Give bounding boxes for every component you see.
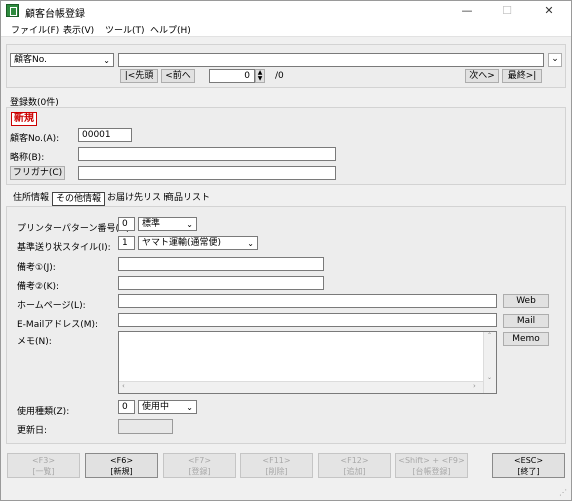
furigana-input[interactable]: [78, 166, 336, 180]
f3-list-button[interactable]: <F3> [一覧]: [7, 453, 80, 478]
esc-exit-button[interactable]: <ESC> [終了]: [492, 453, 565, 478]
updated-date-label: 更新日:: [17, 426, 48, 436]
app-window: 顧客台帳登録 — ☐ ✕ ファイル(F) 表示(V) ツール(T) ヘルプ(H)…: [0, 0, 572, 501]
memo-scrollbar[interactable]: ⌃ ⌄: [483, 332, 496, 393]
fkey-key: <F6>: [109, 456, 134, 465]
fkey-key: <Shift> + <F9>: [398, 456, 465, 465]
short-name-label: 略称(B):: [10, 153, 45, 163]
scroll-down-icon[interactable]: ⌄: [487, 374, 492, 381]
minimize-button[interactable]: —: [447, 1, 487, 21]
chevron-down-icon: ⌄: [551, 54, 559, 64]
furigana-button[interactable]: フリガナ(C): [10, 166, 65, 180]
shipping-style-value: ヤマト運輸(通常便): [142, 238, 222, 248]
usage-type-select[interactable]: 使用中 ⌄: [138, 400, 197, 414]
chevron-down-icon: ⌄: [186, 220, 193, 229]
chevron-down-icon: ⌄: [186, 403, 193, 412]
scroll-right-icon[interactable]: ›: [473, 382, 476, 390]
note1-label: 備考①(J):: [17, 263, 56, 273]
customer-no-label: 顧客No.(A):: [10, 134, 60, 144]
memo-hscrollbar[interactable]: ‹ ›: [119, 381, 483, 393]
record-index-input[interactable]: 0: [209, 69, 255, 83]
fkey-label: [終了]: [517, 467, 540, 476]
tab-other[interactable]: その他情報: [52, 192, 106, 206]
search-field-select[interactable]: 顧客No. ⌄: [10, 53, 114, 67]
printer-pattern-value: 標準: [142, 219, 161, 229]
f11-delete-button[interactable]: <F11> [削除]: [240, 453, 313, 478]
scroll-up-icon[interactable]: ⌃: [487, 332, 492, 339]
short-name-input[interactable]: [78, 147, 336, 161]
nav-next-button[interactable]: 次へ>: [465, 69, 499, 83]
menu-view[interactable]: 表示(V): [63, 23, 94, 36]
menu-file[interactable]: ファイル(F): [11, 23, 59, 36]
maximize-button[interactable]: ☐: [487, 1, 527, 21]
search-input[interactable]: [118, 53, 544, 67]
printer-pattern-select[interactable]: 標準 ⌄: [138, 217, 197, 231]
fkey-label: [台帳登録]: [412, 467, 451, 476]
window-title: 顧客台帳登録: [25, 9, 85, 20]
chevron-down-icon: ⌄: [103, 56, 110, 65]
shipping-style-no[interactable]: 1: [118, 236, 135, 250]
chevron-down-icon: ⌄: [247, 239, 254, 248]
nav-first-button[interactable]: |<先頭: [120, 69, 158, 83]
usage-type-label: 使用種類(Z):: [17, 407, 70, 417]
fkey-label: [追加]: [343, 467, 366, 476]
memo-button[interactable]: Memo: [503, 332, 549, 346]
search-field-value: 顧客No.: [14, 55, 47, 65]
printer-pattern-no[interactable]: 0: [118, 217, 135, 231]
record-spinner[interactable]: ▲ ▼: [255, 69, 265, 83]
homepage-input[interactable]: [118, 294, 497, 308]
customer-no-input[interactable]: 00001: [78, 128, 132, 142]
note1-input[interactable]: [118, 257, 324, 271]
close-button[interactable]: ✕: [529, 1, 569, 21]
usage-type-value: 使用中: [142, 402, 170, 412]
printer-pattern-label: プリンターパターン番号(G):: [17, 224, 133, 234]
f7-register-button[interactable]: <F7> [登録]: [163, 453, 236, 478]
title-bar: 顧客台帳登録 — ☐ ✕: [1, 1, 571, 21]
fkey-key: <F12>: [340, 456, 369, 465]
app-icon: [6, 4, 19, 17]
tab-product-list[interactable]: 商品リスト: [162, 192, 213, 206]
shipping-style-select[interactable]: ヤマト運輸(通常便) ⌄: [138, 236, 258, 250]
scroll-left-icon[interactable]: ‹: [122, 382, 125, 390]
fkey-key: <ESC>: [513, 456, 544, 465]
record-total: /0: [275, 71, 284, 81]
tab-address[interactable]: 住所情報: [10, 192, 52, 206]
fkey-label: [新規]: [110, 467, 133, 476]
note2-input[interactable]: [118, 276, 324, 290]
usage-type-no[interactable]: 0: [118, 400, 135, 414]
web-button[interactable]: Web: [503, 294, 549, 308]
search-dropdown-button[interactable]: ⌄: [548, 53, 562, 67]
menu-help[interactable]: ヘルプ(H): [150, 23, 191, 36]
fkey-key: <F7>: [187, 456, 212, 465]
updated-date-value: [118, 419, 173, 434]
fkey-label: [登録]: [188, 467, 211, 476]
homepage-label: ホームページ(L):: [17, 301, 86, 311]
note2-label: 備考②(K):: [17, 282, 60, 292]
email-label: E-Mailアドレス(M):: [17, 320, 99, 330]
nav-last-button[interactable]: 最終>|: [502, 69, 542, 83]
fkey-label: [一覧]: [32, 467, 55, 476]
menu-bar: ファイル(F) 表示(V) ツール(T) ヘルプ(H): [1, 21, 571, 37]
menu-tools[interactable]: ツール(T): [105, 23, 145, 36]
spinner-icon: ▲ ▼: [257, 69, 263, 82]
f12-add-button[interactable]: <F12> [追加]: [318, 453, 391, 478]
nav-prev-button[interactable]: <前へ: [161, 69, 195, 83]
f6-new-button[interactable]: <F6> [新規]: [85, 453, 158, 478]
memo-label: メモ(N):: [17, 337, 52, 347]
mail-button[interactable]: Mail: [503, 314, 549, 328]
fkey-key: <F11>: [262, 456, 291, 465]
email-input[interactable]: [118, 313, 497, 327]
shift-f9-ledger-button[interactable]: <Shift> + <F9> [台帳登録]: [395, 453, 468, 478]
fkey-label: [削除]: [265, 467, 288, 476]
shipping-style-label: 基準送り状スタイル(I):: [17, 243, 111, 253]
status-badge: 新規: [11, 112, 37, 126]
resize-grip-icon[interactable]: ⋰: [559, 488, 567, 497]
fkey-key: <F3>: [31, 456, 56, 465]
